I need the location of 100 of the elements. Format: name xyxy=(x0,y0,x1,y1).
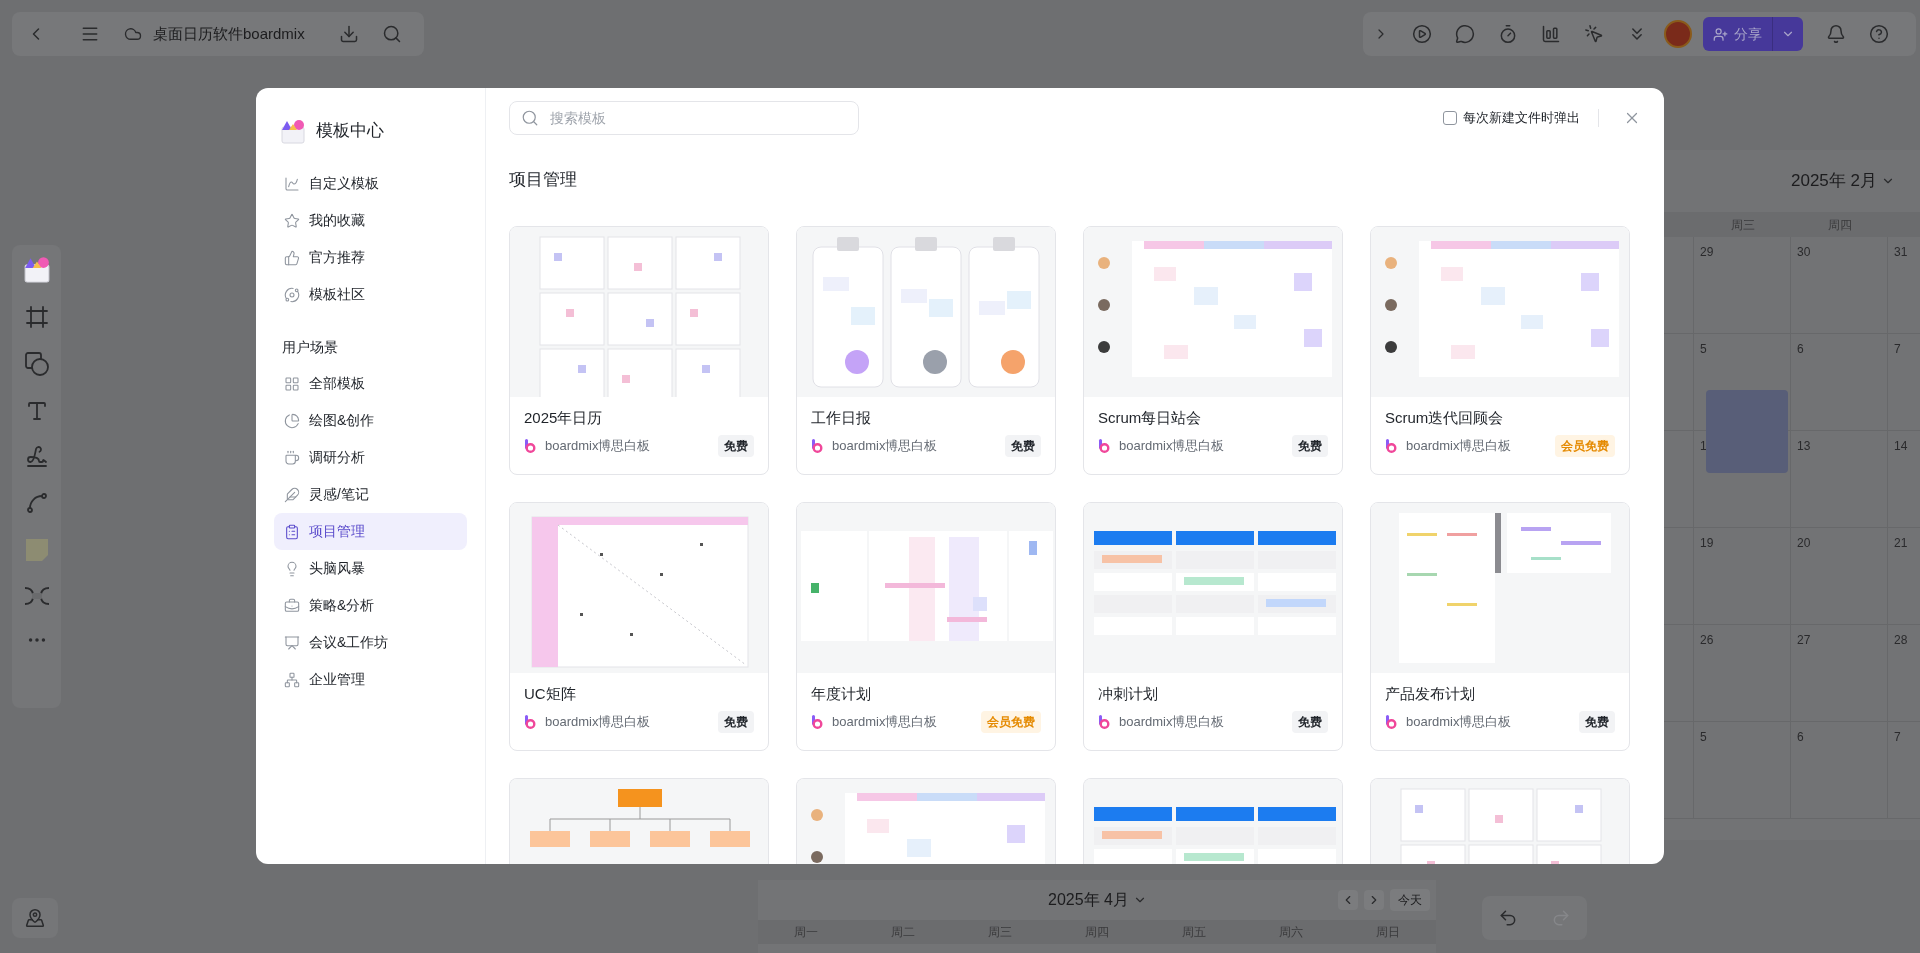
next-button[interactable] xyxy=(1364,890,1384,910)
sidebar-item[interactable]: 模板社区 xyxy=(274,276,467,313)
day-number: 1 xyxy=(1700,439,1707,453)
play-icon[interactable] xyxy=(1412,24,1432,44)
template-card[interactable]: 冲刺计划 boardmix博思白板 免费 xyxy=(1083,502,1343,751)
template-card[interactable]: Scrum每日站会 boardmix博思白板 免费 xyxy=(1083,226,1343,475)
checkbox[interactable] xyxy=(1443,111,1457,125)
search-icon xyxy=(521,109,539,127)
sidebar-item[interactable]: 头脑风暴 xyxy=(274,550,467,587)
lightbulb-icon xyxy=(284,560,300,577)
template-title: 2025年日历 xyxy=(524,408,604,428)
template-card[interactable]: Scrum迭代回顾会 boardmix博思白板 会员免费 xyxy=(1370,226,1630,475)
connector-icon[interactable] xyxy=(24,491,49,515)
user-icon xyxy=(1713,26,1728,42)
author-name: boardmix博思白板 xyxy=(545,713,651,732)
search-icon[interactable] xyxy=(381,24,402,44)
section-label: 用户场景 xyxy=(281,338,339,357)
chart-icon[interactable] xyxy=(1541,24,1561,44)
price-tag: 会员免费 xyxy=(1555,435,1615,457)
template-card[interactable]: 2025年日历 boardmix博思白板 免费 xyxy=(509,226,769,475)
template-card[interactable]: 年度计划 boardmix博思白板 会员免费 xyxy=(796,502,1056,751)
cloud-icon xyxy=(124,25,142,43)
notification-icon[interactable] xyxy=(1826,24,1846,44)
price-tag: 免费 xyxy=(1579,711,1615,733)
location-button[interactable] xyxy=(12,898,58,938)
sidebar-item[interactable]: 策略&分析 xyxy=(274,587,467,624)
download-icon[interactable] xyxy=(338,24,359,44)
help-icon[interactable] xyxy=(1869,24,1889,44)
day-number: 6 xyxy=(1797,342,1804,356)
day-number: 5 xyxy=(1700,342,1707,356)
template-title: Scrum每日站会 xyxy=(1098,408,1203,428)
day-number: 20 xyxy=(1797,536,1811,550)
template-card[interactable]: 产品发布计划 boardmix博思白板 免费 xyxy=(1370,502,1630,751)
sidebar-item[interactable]: 绘图&创作 xyxy=(274,402,467,439)
previous-button[interactable] xyxy=(1338,890,1358,910)
logo-icon xyxy=(524,439,536,453)
feather-icon xyxy=(284,486,300,503)
price-tag: 免费 xyxy=(718,435,754,457)
template-card[interactable]: UC矩阵 boardmix博思白板 免费 xyxy=(509,502,769,751)
day-number: 21 xyxy=(1894,536,1908,550)
template-title: UC矩阵 xyxy=(524,684,577,704)
day-number: 27 xyxy=(1797,633,1811,647)
price-tag: 免费 xyxy=(718,711,754,733)
planet-icon xyxy=(284,286,300,303)
author-name: boardmix博思白板 xyxy=(832,437,938,456)
sidebar-item[interactable]: 全部模板 xyxy=(274,365,467,402)
dialog-title: 模板中心 xyxy=(316,120,384,143)
author-name: boardmix博思白板 xyxy=(1406,437,1512,456)
presentation-icon xyxy=(284,634,300,651)
day-number: 26 xyxy=(1700,633,1714,647)
menu-icon[interactable] xyxy=(80,24,100,44)
sidebar-item[interactable]: 项目管理 xyxy=(274,513,467,550)
avatar[interactable] xyxy=(1664,20,1692,48)
share-button[interactable]: 分享 xyxy=(1703,17,1803,51)
month-title[interactable]: 2025年 2月 xyxy=(1791,168,1877,194)
pen-icon[interactable] xyxy=(24,445,49,469)
template-title: 年度计划 xyxy=(811,684,872,704)
file-title[interactable]: 桌面日历软件boardmix xyxy=(153,22,305,46)
price-tag: 免费 xyxy=(1005,435,1041,457)
template-title: 工作日报 xyxy=(811,408,872,428)
network-icon xyxy=(284,671,300,688)
day-number: 29 xyxy=(1700,245,1714,259)
frame-icon[interactable] xyxy=(24,305,49,329)
sidebar-item[interactable]: 自定义模板 xyxy=(274,165,467,202)
sidebar-item[interactable]: 我的收藏 xyxy=(274,202,467,239)
logo-icon xyxy=(1098,715,1110,729)
search-field[interactable]: 搜索模板 xyxy=(509,101,859,135)
sidebar-item[interactable]: 会议&工作坊 xyxy=(274,624,467,661)
author-name: boardmix博思白板 xyxy=(545,437,651,456)
today-button[interactable]: 今天 xyxy=(1390,889,1430,911)
sidebar-item[interactable]: 调研分析 xyxy=(274,439,467,476)
day-number: 28 xyxy=(1894,633,1908,647)
sidebar-item[interactable]: 官方推荐 xyxy=(274,239,467,276)
logo-icon xyxy=(524,715,536,729)
sidebar-item[interactable]: 企业管理 xyxy=(274,661,467,698)
author-name: boardmix博思白板 xyxy=(1406,713,1512,732)
month-title[interactable]: 2025年 4月 xyxy=(1048,888,1129,912)
mind-map-icon[interactable] xyxy=(23,585,50,607)
template-title: Scrum迭代回顾会 xyxy=(1385,408,1505,428)
template-title: 产品发布计划 xyxy=(1385,684,1476,704)
author-name: boardmix博思白板 xyxy=(1119,713,1225,732)
timer-icon[interactable] xyxy=(1498,24,1518,44)
price-tag: 会员免费 xyxy=(981,711,1041,733)
map-pin-icon xyxy=(25,908,45,928)
price-tag: 免费 xyxy=(1292,711,1328,733)
comment-icon[interactable] xyxy=(1455,24,1475,44)
pie-chart-icon xyxy=(284,412,300,429)
pointer-icon[interactable] xyxy=(1584,24,1604,44)
thumbs-up-icon xyxy=(284,249,300,266)
day-number: 30 xyxy=(1797,245,1811,259)
price-tag: 免费 xyxy=(1292,435,1328,457)
shapes-icon[interactable] xyxy=(23,351,50,377)
clipboard-icon xyxy=(284,523,300,540)
briefcase-icon xyxy=(284,597,300,614)
checkbox-label: 每次新建文件时弹出 xyxy=(1463,109,1580,128)
day-number: 5 xyxy=(1700,730,1707,744)
sidebar-item[interactable]: 灵感/笔记 xyxy=(274,476,467,513)
star-icon xyxy=(284,212,300,229)
template-card[interactable]: 工作日报 boardmix博思白板 免费 xyxy=(796,226,1056,475)
day-number: 14 xyxy=(1894,439,1908,453)
